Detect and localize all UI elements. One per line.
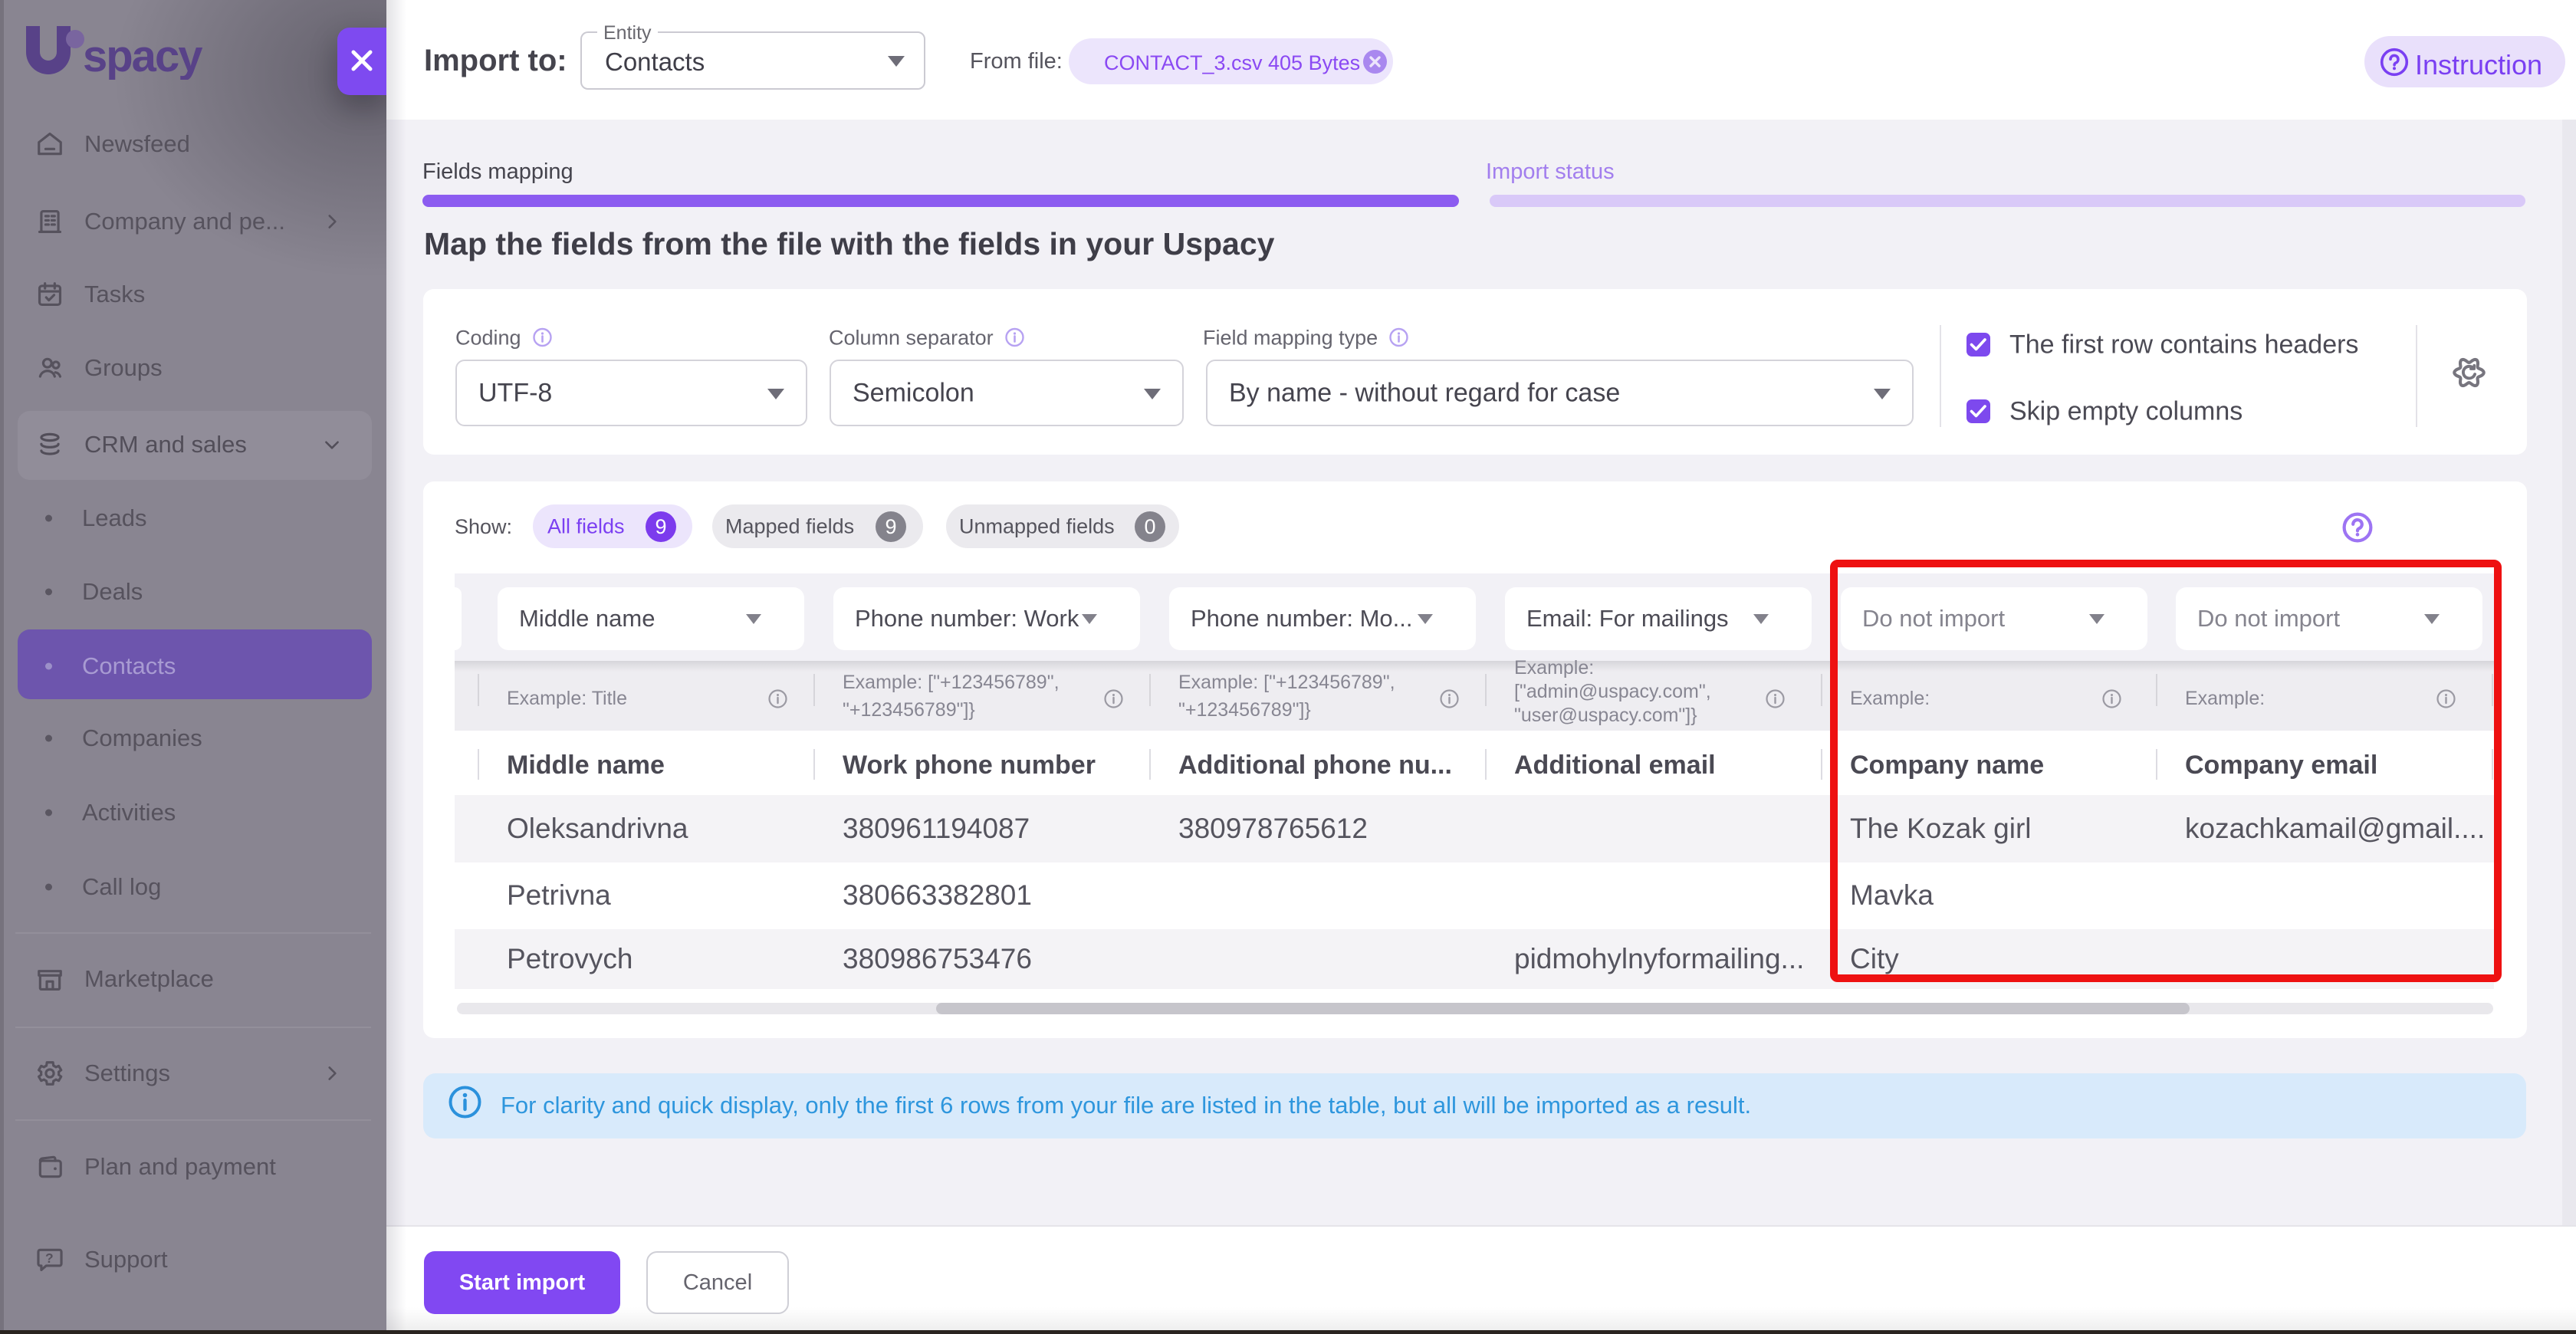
svg-text:spacy: spacy: [83, 31, 202, 80]
svg-text:?: ?: [45, 1250, 54, 1266]
